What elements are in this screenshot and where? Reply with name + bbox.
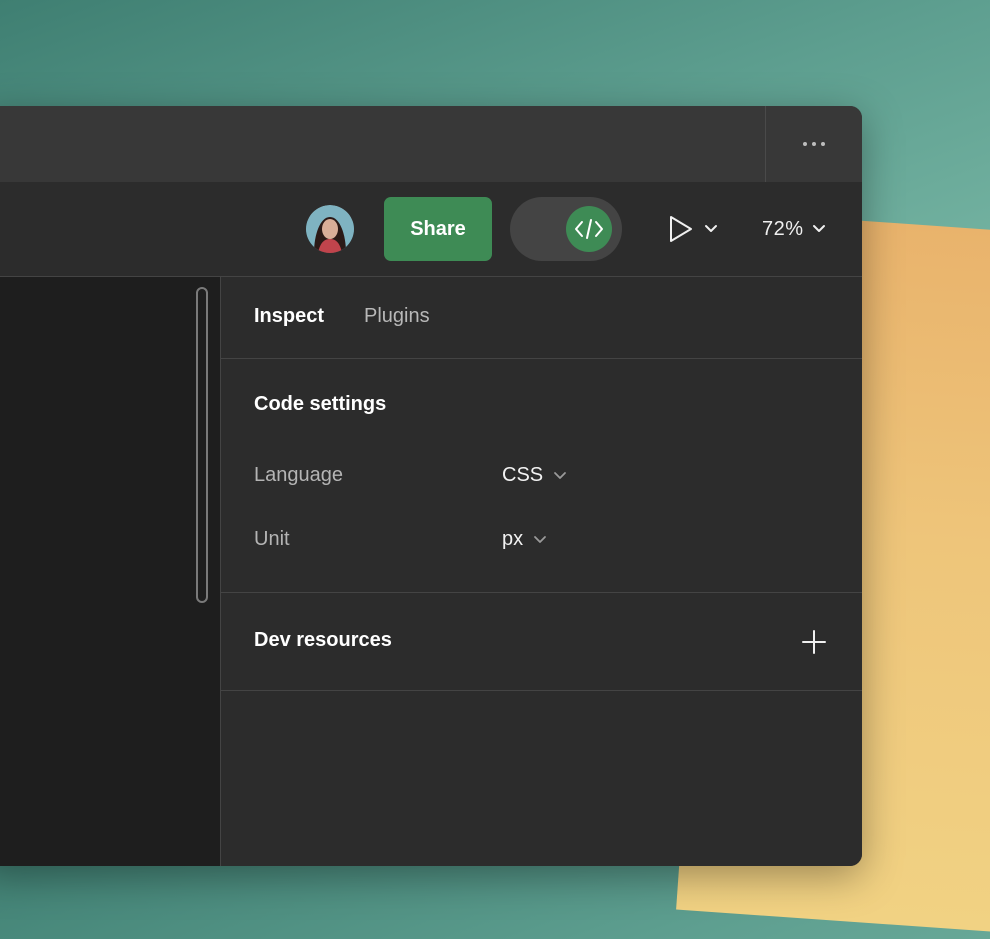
language-value: CSS bbox=[502, 464, 544, 486]
present-button[interactable] bbox=[668, 212, 728, 246]
tab-inspect[interactable]: Inspect bbox=[254, 305, 324, 328]
canvas-area[interactable] bbox=[0, 277, 221, 866]
dev-mode-toggle[interactable] bbox=[510, 197, 622, 261]
chevron-down-icon bbox=[705, 225, 717, 232]
unit-select[interactable]: px bbox=[502, 528, 547, 551]
chevron-down-icon bbox=[554, 471, 567, 479]
language-select[interactable]: CSS bbox=[502, 464, 567, 487]
vertical-scrollbar[interactable] bbox=[196, 287, 208, 603]
app-window: Share 72% Inspect Plugins Code settings … bbox=[0, 106, 862, 866]
more-horizontal-icon-dot bbox=[812, 142, 816, 146]
chevron-down-icon bbox=[534, 535, 547, 543]
toolbar: Share 72% bbox=[0, 182, 862, 277]
plus-icon bbox=[802, 630, 826, 654]
zoom-dropdown[interactable]: 72% bbox=[762, 212, 842, 246]
avatar-image bbox=[306, 205, 354, 253]
unit-value: px bbox=[502, 528, 524, 550]
dev-resources-title: Dev resources bbox=[254, 629, 392, 651]
chevron-down-icon bbox=[812, 225, 825, 232]
tab-plugins[interactable]: Plugins bbox=[364, 305, 430, 328]
language-label: Language bbox=[254, 464, 343, 486]
code-icon bbox=[575, 219, 603, 239]
share-button[interactable]: Share bbox=[384, 197, 492, 261]
play-icon bbox=[670, 216, 692, 242]
more-options-button[interactable] bbox=[794, 132, 834, 156]
title-bar bbox=[0, 106, 862, 182]
add-dev-resource-button[interactable] bbox=[799, 627, 829, 657]
more-horizontal-icon-dot bbox=[821, 142, 825, 146]
zoom-value: 72% bbox=[762, 217, 804, 240]
panel-tabs: Inspect Plugins bbox=[221, 277, 862, 359]
unit-label: Unit bbox=[254, 528, 290, 550]
code-settings-title: Code settings bbox=[254, 393, 387, 415]
right-panel: Inspect Plugins Code settings Language C… bbox=[221, 277, 862, 866]
code-settings-section: Code settings Language CSS Unit px bbox=[221, 359, 862, 593]
title-bar-divider bbox=[765, 106, 766, 182]
user-avatar[interactable] bbox=[306, 205, 354, 253]
dev-mode-knob bbox=[566, 206, 612, 252]
more-horizontal-icon bbox=[803, 142, 807, 146]
dev-resources-section: Dev resources bbox=[221, 593, 862, 691]
